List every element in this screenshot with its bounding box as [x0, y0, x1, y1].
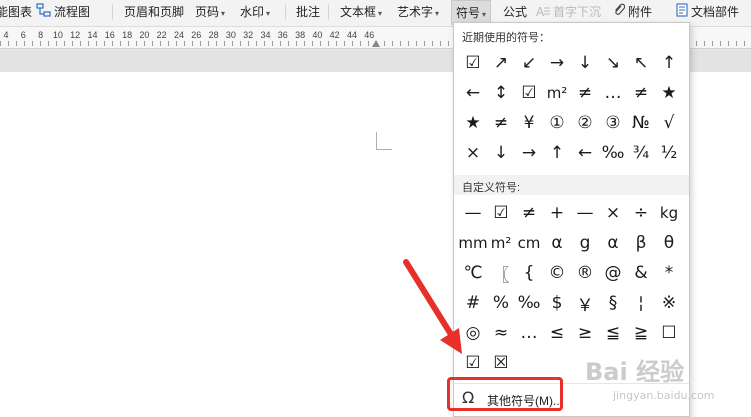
- watermark-url: jingyan.baidu.com: [613, 389, 715, 402]
- annotation-highlight-box: [447, 377, 563, 411]
- watermark-brand: Bai 经验: [585, 358, 685, 386]
